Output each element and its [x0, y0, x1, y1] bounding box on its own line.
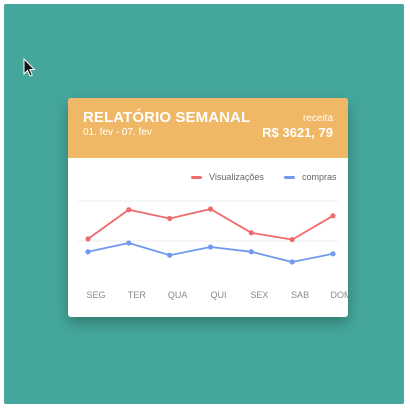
- data-point-0-5: [289, 236, 295, 243]
- data-point-1-1: [126, 240, 132, 246]
- legend-swatch-purchases: [284, 175, 295, 179]
- card-header: RELATÓRIO SEMANAL 01. fev - 07. fev rece…: [68, 98, 348, 158]
- data-point-0-2: [167, 215, 173, 222]
- data-point-0-1: [126, 207, 132, 213]
- data-point-0-4: [248, 230, 254, 236]
- weekly-report-card: RELATÓRIO SEMANAL 01. fev - 07. fev rece…: [68, 98, 348, 317]
- line-chart: SEG TER QUA QUI SEX SAB DOM: [78, 200, 349, 300]
- legend-swatch-views: [191, 175, 202, 179]
- report-title: RELATÓRIO SEMANAL: [83, 109, 251, 126]
- legend-item-views: Visualizações: [191, 172, 264, 182]
- mouse-pointer-icon: [23, 58, 36, 77]
- legend-item-purchases: compras: [284, 172, 337, 182]
- x-tick-label: TER: [128, 290, 147, 300]
- revenue-value: R$ 3621, 79: [262, 125, 333, 140]
- series-line-0: [87, 208, 334, 241]
- date-range: 01. fev - 07. fev: [83, 127, 152, 138]
- data-point-0-6: [330, 213, 336, 219]
- legend-label-views: Visualizações: [209, 172, 264, 182]
- data-point-1-2: [167, 252, 173, 258]
- legend-label-purchases: compras: [302, 172, 337, 182]
- chart-legend: Visualizações compras: [68, 172, 348, 186]
- x-tick-label: DOM: [331, 290, 349, 300]
- data-point-1-6: [330, 251, 336, 257]
- x-tick-label: QUI: [210, 290, 226, 300]
- x-tick-label: SEX: [250, 290, 268, 300]
- data-point-0-3: [207, 206, 214, 212]
- data-point-1-4: [248, 249, 254, 255]
- x-tick-label: SEG: [86, 290, 105, 300]
- data-point-1-3: [207, 244, 214, 250]
- x-tick-label: QUA: [168, 290, 188, 300]
- x-tick-label: SAB: [291, 290, 309, 300]
- app-background: RELATÓRIO SEMANAL 01. fev - 07. fev rece…: [4, 4, 404, 404]
- data-point-0-0: [85, 236, 91, 242]
- revenue-label: receita: [302, 113, 333, 124]
- data-point-1-5: [289, 259, 295, 265]
- data-point-1-0: [85, 249, 91, 255]
